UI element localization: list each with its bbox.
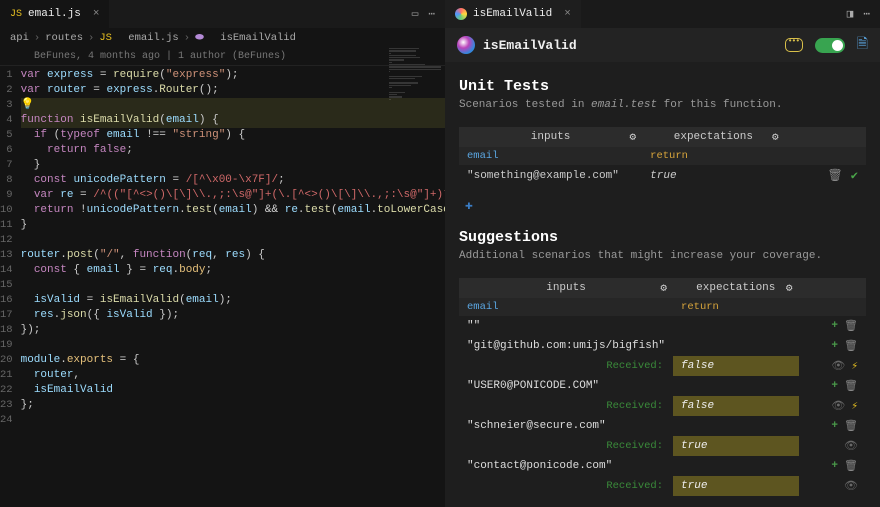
suggestions-table: inputs ⚙ expectations ⚙ email return "" + … — [459, 278, 866, 496]
panel-tab-label: isEmailValid — [473, 8, 552, 20]
cell-return[interactable] — [673, 376, 798, 396]
more-icon[interactable]: ⋯ — [428, 7, 435, 21]
git-blame: BeFunes, 4 months ago | 1 author (BeFune… — [0, 48, 445, 66]
delete-icon[interactable]: 🗑 — [844, 379, 858, 393]
add-icon[interactable]: + — [831, 380, 838, 392]
table-row[interactable]: "something@example.com" true 🗑 ✔ — [459, 165, 866, 186]
table-row[interactable]: "git@github.com:umijs/bigfish" + 🗑 — [459, 336, 866, 356]
col-expect: expectations — [674, 131, 753, 143]
cell-input[interactable]: "" — [459, 316, 673, 336]
cell-return[interactable] — [673, 416, 798, 436]
add-icon[interactable]: + — [831, 420, 838, 432]
subcol-return: return — [642, 147, 784, 165]
cell-return[interactable]: true — [642, 165, 784, 186]
js-icon: JS — [10, 9, 22, 20]
code-editor[interactable]: 123456789101112131415161718192021222324 … — [0, 66, 445, 507]
panel-title-text: isEmailValid — [483, 38, 577, 53]
close-icon[interactable]: × — [93, 8, 100, 20]
delete-icon[interactable]: 🗑 — [844, 319, 858, 333]
feedback-icon[interactable] — [785, 38, 803, 52]
received-value: true — [673, 436, 798, 456]
unicorn-icon — [457, 36, 475, 54]
col-expect: expectations — [696, 282, 775, 294]
hide-icon[interactable]: 👁 — [844, 439, 858, 453]
panel-tabbar: isEmailValid × ◨ ⋯ — [445, 0, 880, 28]
subcol-email: email — [459, 298, 673, 316]
breadcrumb-item[interactable]: email.js — [128, 32, 178, 44]
hide-icon[interactable]: 👁 — [844, 479, 858, 493]
minimap[interactable] — [389, 48, 441, 168]
add-icon[interactable]: + — [831, 340, 838, 352]
gear-icon[interactable]: ⚙ — [660, 281, 667, 295]
received-label: Received: — [459, 396, 673, 416]
col-inputs: inputs — [546, 282, 586, 294]
received-label: Received: — [459, 476, 673, 496]
delete-icon[interactable]: 🗑 — [844, 339, 858, 353]
watch-toggle[interactable] — [815, 38, 845, 53]
tab-email-js[interactable]: JS email.js × — [0, 0, 109, 28]
subcol-email: email — [459, 147, 642, 165]
cell-input[interactable]: "USER0@PONICODE.COM" — [459, 376, 673, 396]
unit-tests-table: inputs ⚙ expectations ⚙ email return "some… — [459, 127, 866, 186]
breadcrumb: api› routes› JS email.js› ⬬ isEmailValid — [0, 28, 445, 48]
minimap-toggle-icon[interactable]: ▭ — [412, 7, 419, 21]
add-row-button[interactable]: ✚ — [459, 196, 866, 215]
tab-label: email.js — [28, 8, 81, 20]
table-row[interactable]: "schneier@secure.com" + 🗑 — [459, 416, 866, 436]
cell-input[interactable]: "something@example.com" — [459, 165, 642, 186]
received-label: Received: — [459, 436, 673, 456]
add-icon[interactable]: + — [831, 460, 838, 472]
received-value: true — [673, 476, 798, 496]
gear-icon[interactable]: ⚙ — [786, 281, 793, 295]
table-row[interactable]: "USER0@PONICODE.COM" + 🗑 — [459, 376, 866, 396]
close-icon[interactable]: × — [564, 8, 571, 20]
panel-header: isEmailValid 🗎 — [445, 28, 880, 62]
delete-icon[interactable]: 🗑 — [844, 419, 858, 433]
table-row[interactable]: "contact@ponicode.com" + 🗑 — [459, 456, 866, 476]
received-value: false — [673, 396, 798, 416]
breadcrumb-item[interactable]: routes — [45, 32, 83, 44]
received-label: Received: — [459, 356, 673, 376]
col-inputs: inputs — [531, 131, 571, 143]
suggestions-heading: Suggestions — [459, 229, 866, 246]
add-icon[interactable]: + — [831, 320, 838, 332]
subcol-return: return — [673, 298, 798, 316]
tab-is-email-valid[interactable]: isEmailValid × — [445, 0, 581, 28]
gear-icon[interactable]: ⚙ — [772, 130, 779, 144]
bolt-icon[interactable]: ⚡ — [851, 399, 858, 413]
suggestions-sub: Additional scenarios that might increase… — [459, 250, 866, 262]
document-icon[interactable]: 🗎 — [857, 33, 868, 57]
bolt-icon[interactable]: ⚡ — [851, 359, 858, 373]
hide-icon[interactable]: 👁 — [831, 359, 845, 373]
gear-icon[interactable]: ⚙ — [630, 130, 637, 144]
unit-tests-heading: Unit Tests — [459, 78, 866, 95]
check-icon[interactable]: ✔ — [851, 168, 858, 183]
editor-tabbar: JS email.js × ▭ ⋯ — [0, 0, 445, 28]
received-value: false — [673, 356, 798, 376]
cell-input[interactable]: "contact@ponicode.com" — [459, 456, 673, 476]
more-icon[interactable]: ⋯ — [863, 7, 870, 21]
breadcrumb-item[interactable]: isEmailValid — [220, 32, 296, 44]
unit-tests-sub: Scenarios tested in email.test for this … — [459, 99, 866, 111]
cell-input[interactable]: "schneier@secure.com" — [459, 416, 673, 436]
breadcrumb-item[interactable]: api — [10, 32, 29, 44]
cell-input[interactable]: "git@github.com:umijs/bigfish" — [459, 336, 673, 356]
table-row[interactable]: "" + 🗑 — [459, 316, 866, 336]
cell-return[interactable] — [673, 336, 798, 356]
hide-icon[interactable]: 👁 — [831, 399, 845, 413]
delete-icon[interactable]: 🗑 — [828, 168, 843, 183]
cell-return[interactable] — [673, 316, 798, 336]
split-icon[interactable]: ◨ — [847, 7, 854, 21]
delete-icon[interactable]: 🗑 — [844, 459, 858, 473]
cell-return[interactable] — [673, 456, 798, 476]
ponicode-icon — [455, 8, 467, 20]
